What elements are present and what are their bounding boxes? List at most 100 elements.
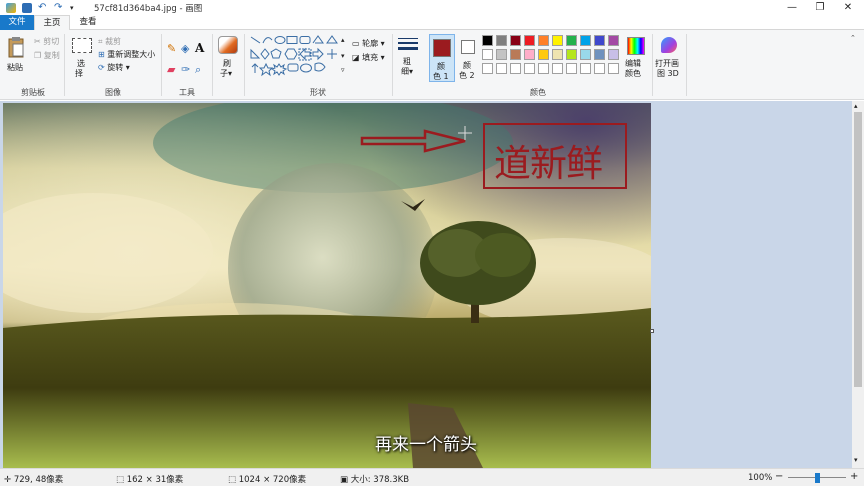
- shapes-scroll-up-icon[interactable]: ▴: [341, 36, 345, 44]
- magnifier-icon[interactable]: ⌕: [195, 63, 201, 77]
- ribbon: 粘贴 ✂ 剪切 ❐ 复制 剪贴板 选 择 ⌗ 裁剪 ⊞ 重新调整大小 ⟳ 旋转 …: [0, 30, 864, 100]
- resize-handle[interactable]: [650, 329, 654, 333]
- color1-label-2: 色 1: [433, 72, 449, 81]
- palette-swatch[interactable]: [566, 35, 577, 46]
- color2-button[interactable]: 颜 色 2: [456, 34, 482, 82]
- open-paint3d-button[interactable]: 打开画 图 3D: [655, 34, 683, 84]
- color-picker-icon[interactable]: ✑: [181, 63, 190, 76]
- palette-swatch[interactable]: [580, 35, 591, 46]
- shapes-expand-icon[interactable]: ▿: [341, 66, 345, 74]
- color2-label-2: 色 2: [459, 71, 475, 80]
- eraser-icon[interactable]: ▰: [167, 63, 175, 76]
- paste-label: 粘贴: [7, 63, 23, 72]
- palette-swatch-empty[interactable]: [496, 63, 507, 74]
- zoom-slider-thumb[interactable]: [815, 473, 820, 483]
- dimensions-icon: ⬚: [228, 475, 239, 485]
- rainbow-icon: [627, 37, 645, 55]
- palette-swatch[interactable]: [538, 35, 549, 46]
- zoom-in-button[interactable]: +: [850, 471, 858, 482]
- palette-swatch[interactable]: [482, 49, 493, 60]
- palette-swatch[interactable]: [496, 35, 507, 46]
- colors-group-label: 颜色: [530, 88, 546, 97]
- color2-swatch: [461, 40, 475, 54]
- palette-swatch-empty[interactable]: [482, 63, 493, 74]
- palette-swatch[interactable]: [524, 35, 535, 46]
- palette-swatch-empty[interactable]: [524, 63, 535, 74]
- text-tool-icon[interactable]: A: [195, 41, 204, 55]
- clipboard-group-label: 剪贴板: [21, 88, 45, 97]
- collapse-ribbon-icon[interactable]: ⌃: [850, 34, 856, 42]
- image-group-label: 图像: [105, 88, 121, 97]
- tab-view[interactable]: 查看: [70, 15, 106, 30]
- close-button[interactable]: ✕: [834, 0, 862, 15]
- palette-swatch[interactable]: [552, 35, 563, 46]
- palette-swatch-empty[interactable]: [538, 63, 549, 74]
- fill-dropdown[interactable]: ◪ 填充 ▾: [352, 52, 385, 63]
- size-label-2: 细▾: [401, 67, 414, 76]
- resize-label: 重新调整大小: [107, 50, 156, 59]
- minimize-button[interactable]: —: [778, 0, 806, 15]
- color-palette: [482, 35, 622, 79]
- shapes-gallery[interactable]: [249, 34, 339, 84]
- vertical-scrollbar-thumb[interactable]: [854, 112, 862, 387]
- palette-swatch[interactable]: [510, 49, 521, 60]
- disk-icon: ▣: [340, 475, 351, 485]
- crop-button[interactable]: ⌗ 裁剪: [98, 36, 121, 47]
- palette-swatch[interactable]: [510, 35, 521, 46]
- palette-swatch[interactable]: [594, 35, 605, 46]
- palette-swatch[interactable]: [524, 49, 535, 60]
- quick-access-dropdown-icon[interactable]: ▾: [70, 3, 80, 13]
- shapes-group-label: 形状: [310, 88, 326, 97]
- cursor-icon: ✛: [4, 475, 14, 485]
- palette-swatch[interactable]: [608, 49, 619, 60]
- tab-file[interactable]: 文件: [0, 15, 34, 30]
- image-canvas[interactable]: 道新鲜 再来一个箭头: [3, 103, 651, 468]
- palette-swatch-empty[interactable]: [566, 63, 577, 74]
- maximize-button[interactable]: ❐: [806, 0, 834, 15]
- palette-swatch-empty[interactable]: [510, 63, 521, 74]
- size-button[interactable]: 粗 细▾: [397, 36, 419, 84]
- app-icon: [6, 2, 16, 13]
- brush-icon: [218, 36, 238, 54]
- scroll-up-icon[interactable]: ▴: [854, 102, 858, 110]
- redo-icon[interactable]: ↷: [54, 2, 64, 13]
- edit-colors-button[interactable]: 编辑 颜色: [623, 34, 649, 84]
- palette-swatch[interactable]: [566, 49, 577, 60]
- undo-icon[interactable]: ↶: [38, 2, 48, 13]
- copy-button[interactable]: ❐ 复制: [34, 50, 60, 61]
- file-size-value: 大小: 378.3KB: [350, 475, 410, 485]
- copy-icon: ❐: [34, 51, 44, 60]
- palette-swatch-empty[interactable]: [552, 63, 563, 74]
- pencil-icon[interactable]: ✎: [167, 42, 176, 55]
- select-button[interactable]: 选 择: [70, 36, 94, 82]
- palette-swatch-empty[interactable]: [608, 63, 619, 74]
- fill-bucket-icon[interactable]: ◈: [181, 42, 189, 55]
- title-bar: ↶ ↷ ▾ 57cf81d364ba4.jpg - 画图 — ❐ ✕: [0, 0, 864, 15]
- palette-swatch[interactable]: [608, 35, 619, 46]
- cut-button[interactable]: ✂ 剪切: [34, 36, 59, 47]
- palette-swatch[interactable]: [580, 49, 591, 60]
- palette-swatch-empty[interactable]: [580, 63, 591, 74]
- rotate-icon: ⟳: [98, 63, 108, 72]
- color1-button[interactable]: 颜 色 1: [429, 34, 455, 82]
- zoom-out-button[interactable]: −: [775, 471, 783, 482]
- resize-button[interactable]: ⊞ 重新调整大小: [98, 49, 155, 60]
- edit-colors-label-2: 颜色: [625, 69, 641, 78]
- palette-swatch[interactable]: [538, 49, 549, 60]
- palette-swatch[interactable]: [594, 49, 605, 60]
- palette-swatch[interactable]: [482, 35, 493, 46]
- palette-swatch[interactable]: [496, 49, 507, 60]
- palette-swatch[interactable]: [552, 49, 563, 60]
- video-subtitle: 再来一个箭头: [375, 435, 477, 455]
- scroll-down-icon[interactable]: ▾: [854, 456, 858, 464]
- outline-dropdown[interactable]: ▭ 轮廓 ▾: [352, 38, 385, 49]
- brushes-button[interactable]: 刷 子▾: [216, 34, 240, 84]
- tab-home[interactable]: 主页: [34, 15, 70, 30]
- color1-swatch: [433, 39, 451, 57]
- save-icon[interactable]: [22, 2, 32, 13]
- shapes-scroll-down-icon[interactable]: ▾: [341, 52, 345, 60]
- rotate-button[interactable]: ⟳ 旋转 ▾: [98, 62, 130, 73]
- rotate-label: 旋转: [107, 63, 124, 72]
- palette-swatch-empty[interactable]: [594, 63, 605, 74]
- paste-button[interactable]: 粘贴: [4, 34, 28, 78]
